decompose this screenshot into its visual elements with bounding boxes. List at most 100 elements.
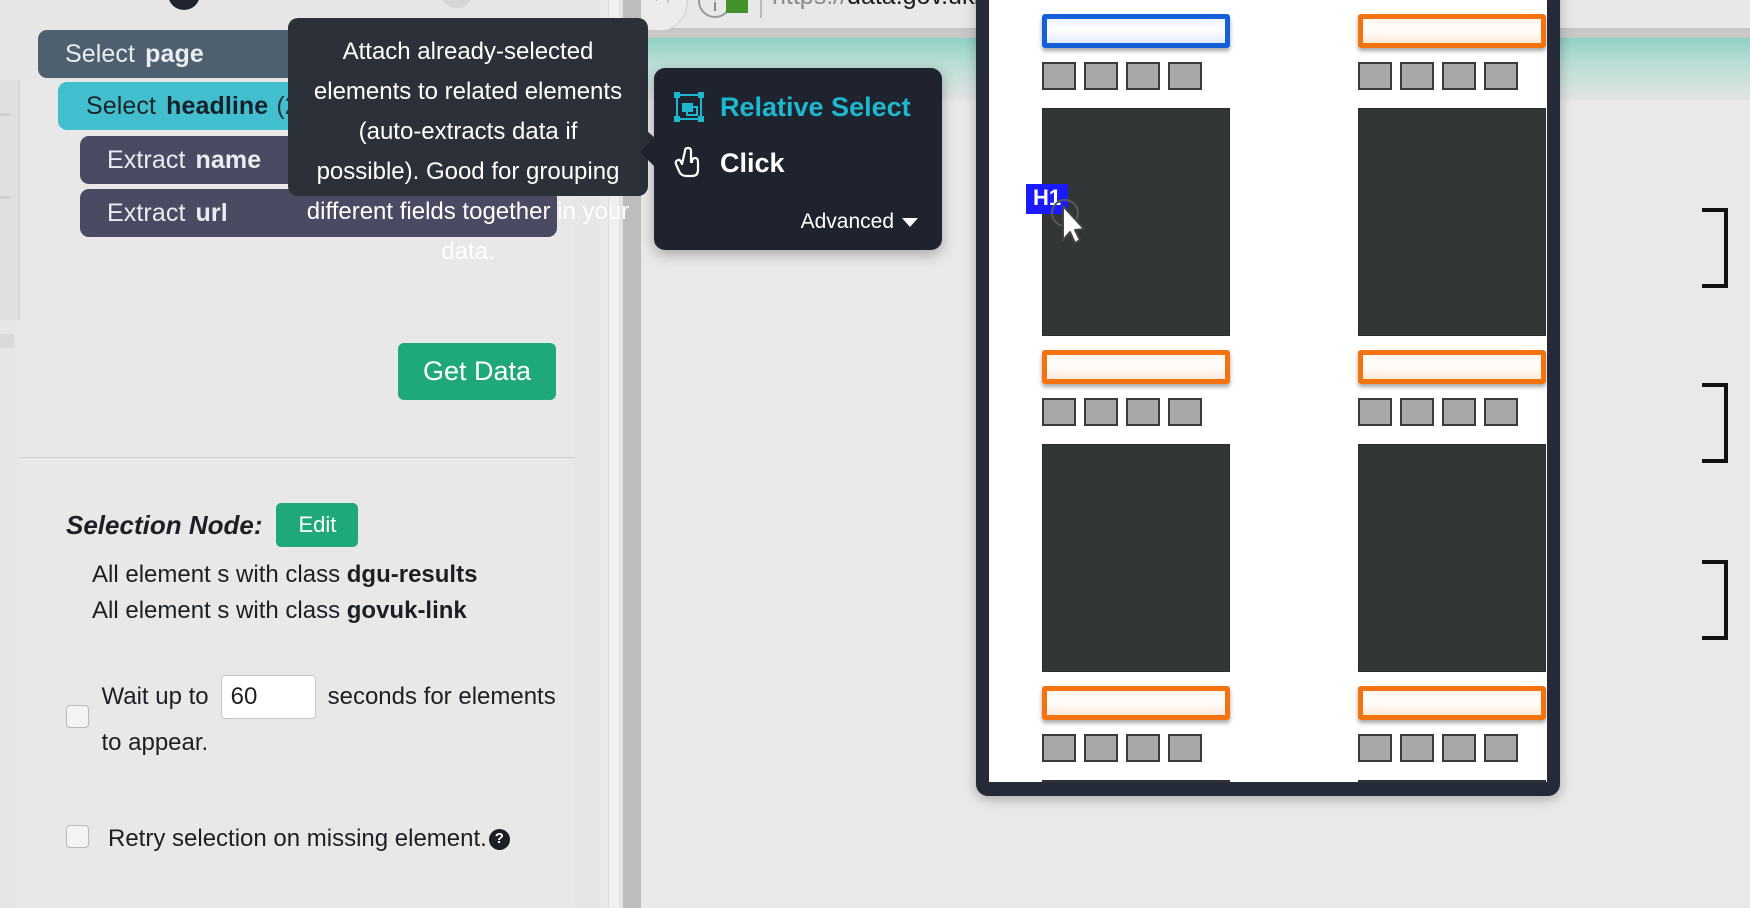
wireframe-card bbox=[1332, 0, 1547, 108]
selection-rule-value: dgu-results bbox=[346, 561, 478, 588]
selector-name-label: name bbox=[195, 145, 262, 174]
wireframe-tags bbox=[1358, 62, 1547, 90]
page-preview-frame: H1 bbox=[976, 0, 1560, 796]
menu-item-relative-select[interactable]: Relative Select bbox=[654, 90, 942, 124]
wait-seconds-input[interactable] bbox=[220, 675, 316, 719]
toolbar-circle-button-1[interactable] bbox=[168, 0, 200, 10]
wireframe-tag bbox=[1484, 398, 1518, 426]
wireframe-tags bbox=[1358, 398, 1547, 426]
wireframe-tag bbox=[1442, 62, 1476, 90]
mouse-cursor-icon bbox=[1051, 199, 1085, 244]
click-label: Click bbox=[720, 147, 785, 178]
selector-action-label: Extract bbox=[107, 145, 186, 174]
relative-select-tooltip: Attach already-selected elements to rela… bbox=[288, 18, 664, 265]
panel-divider bbox=[20, 457, 575, 458]
preview-page-content: H1 bbox=[989, 0, 1547, 782]
relative-select-menu: Relative Select Click Advanced bbox=[640, 68, 942, 250]
rail-stub-3 bbox=[0, 334, 14, 348]
selection-rule-2: All element s with class govuk-link bbox=[0, 597, 575, 625]
offscreen-bracket-3 bbox=[1702, 560, 1728, 640]
wait-option-row: Wait up to seconds for elements to appea… bbox=[0, 675, 575, 765]
wireframe-tag bbox=[1084, 398, 1118, 426]
selection-rule-1: All element s with class dgu-results bbox=[0, 561, 575, 589]
wireframe-tag bbox=[1400, 398, 1434, 426]
wait-checkbox[interactable] bbox=[66, 705, 89, 728]
offscreen-bracket-1 bbox=[1702, 208, 1728, 288]
wireframe-title-highlighted[interactable] bbox=[1042, 686, 1230, 720]
help-icon[interactable]: ? bbox=[488, 828, 510, 850]
wait-text-line2: to appear. bbox=[101, 729, 209, 756]
chevron-down-icon bbox=[902, 217, 918, 227]
selection-node-title: Selection Node: bbox=[66, 509, 263, 540]
offscreen-bracket-2 bbox=[1702, 383, 1728, 463]
wireframe-tags bbox=[1358, 734, 1547, 762]
wireframe-tag bbox=[1400, 734, 1434, 762]
wait-checkbox-cell bbox=[66, 675, 101, 733]
wireframe-tags bbox=[1042, 398, 1306, 426]
retry-label: Retry selection on missing element. bbox=[108, 825, 487, 852]
wireframe-title-highlighted[interactable] bbox=[1358, 686, 1546, 720]
wait-option-text: Wait up to seconds for elements to appea… bbox=[101, 675, 575, 765]
wireframe-tag bbox=[1126, 398, 1160, 426]
wireframe-tag bbox=[1168, 734, 1202, 762]
wireframe-tag bbox=[1084, 62, 1118, 90]
wireframe-grid bbox=[1016, 0, 1547, 782]
retry-option-text: Retry selection on missing element.? bbox=[108, 817, 510, 861]
selection-rule-value: govuk-link bbox=[346, 597, 467, 624]
wireframe-tag bbox=[1042, 62, 1076, 90]
wireframe-tag bbox=[1126, 734, 1160, 762]
wireframe-card bbox=[1332, 444, 1547, 780]
wireframe-title-highlighted[interactable] bbox=[1042, 350, 1230, 384]
rail-stub-2 bbox=[0, 196, 10, 199]
wireframe-title-selected[interactable] bbox=[1042, 14, 1230, 48]
wireframe-tag bbox=[1358, 62, 1392, 90]
wireframe-tag bbox=[1400, 62, 1434, 90]
selector-action-label: Select bbox=[86, 91, 157, 120]
selection-node-section: Selection Node: Edit All element s with … bbox=[0, 503, 575, 861]
wireframe-tag bbox=[1168, 398, 1202, 426]
wireframe-image bbox=[1042, 780, 1230, 782]
relative-select-icon bbox=[674, 92, 704, 122]
wireframe-tag bbox=[1084, 734, 1118, 762]
wireframe-image bbox=[1358, 108, 1546, 336]
rail-stub-1 bbox=[0, 113, 10, 116]
toolbar-circle-button-2[interactable] bbox=[440, 0, 474, 8]
retry-checkbox-cell bbox=[66, 825, 108, 853]
wireframe-tag bbox=[1484, 734, 1518, 762]
wireframe-tags bbox=[1042, 734, 1306, 762]
get-data-button[interactable]: Get Data bbox=[398, 343, 556, 400]
wireframe-tag bbox=[1358, 398, 1392, 426]
advanced-label: Advanced bbox=[800, 210, 894, 233]
selector-action-label: Extract bbox=[107, 198, 186, 227]
wireframe-tag bbox=[1442, 734, 1476, 762]
wireframe-title-highlighted[interactable] bbox=[1358, 14, 1546, 48]
edit-button[interactable]: Edit bbox=[276, 503, 359, 547]
wireframe-tag bbox=[1484, 62, 1518, 90]
selection-node-header: Selection Node: Edit bbox=[0, 503, 575, 547]
relative-select-label: Relative Select bbox=[720, 91, 911, 122]
selector-name-label: url bbox=[195, 198, 228, 227]
selection-rule-prefix: All element s with class bbox=[92, 597, 347, 624]
green-square-icon bbox=[726, 0, 748, 13]
wait-text-after: seconds for elements bbox=[327, 683, 556, 710]
wireframe-card bbox=[1016, 108, 1306, 444]
wireframe-image bbox=[1358, 444, 1546, 672]
wireframe-title-highlighted[interactable] bbox=[1358, 350, 1546, 384]
menu-item-click[interactable]: Click bbox=[654, 146, 942, 180]
url-divider bbox=[760, 0, 762, 18]
wireframe-tag bbox=[1168, 62, 1202, 90]
wireframe-card bbox=[1016, 444, 1306, 780]
wireframe-card bbox=[1016, 780, 1306, 782]
wireframe-tag bbox=[1126, 62, 1160, 90]
selector-name-label: headline bbox=[166, 91, 269, 120]
retry-checkbox[interactable] bbox=[66, 825, 89, 848]
selection-rule-prefix: All element s with class bbox=[92, 561, 347, 588]
selector-action-label: Select bbox=[65, 39, 136, 68]
wireframe-tag bbox=[1358, 734, 1392, 762]
url-domain: data.gov.uk bbox=[847, 0, 974, 10]
tooltip-text: Attach already-selected elements to rela… bbox=[306, 38, 630, 265]
advanced-toggle[interactable]: Advanced bbox=[801, 210, 918, 234]
wait-text-before: Wait up to bbox=[101, 683, 209, 710]
wireframe-tag bbox=[1042, 734, 1076, 762]
wireframe-image bbox=[1358, 780, 1546, 782]
